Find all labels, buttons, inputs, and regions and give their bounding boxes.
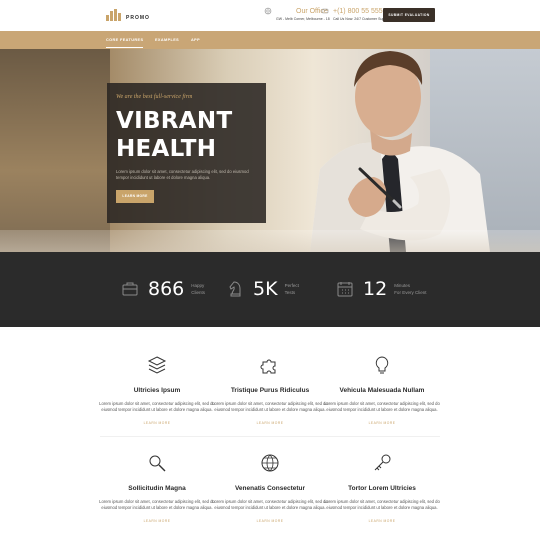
hero-learn-more-button[interactable]: LEARN MORE [116,190,154,203]
hero-background-window [0,49,110,252]
feature-learn-more-link[interactable]: LEARN MORE [97,421,217,425]
phone-icon [321,7,329,15]
logo-mark-icon [106,9,122,21]
feature-title: Sollicitudin Magna [128,485,186,492]
feature-text: Lorem ipsum dolor sit amet, consectetur … [99,401,215,413]
divider [100,436,440,437]
globe-icon [261,454,279,472]
stat-label: For Every Client [394,290,427,295]
phone-number[interactable]: +(1) 800 55 555 [333,7,390,16]
feature-title: Tristique Purus Ridiculus [230,387,310,394]
nav-app[interactable]: APP [191,31,200,49]
hero-title: VIBRANT HEALTH [116,107,257,163]
phone-support-text: Call Us Now: 24/7 Customer Support [333,17,391,21]
stats-bar: 866 Happy Clients 5K Perfect Tests 12 Mi… [0,252,540,327]
office-contact: Our Office GW - Melb Corner, Melbourne -… [264,7,330,22]
hero-desk [0,230,540,252]
stat-number: 5K [253,278,278,300]
stat-happy-clients: 866 Happy Clients [122,278,205,300]
feature-title: Tortor Lorem Ultricies [348,485,416,492]
feature-card: Tristique Purus Ridiculus Lorem ipsum do… [210,355,330,425]
nav-examples[interactable]: EXAMPLES [155,31,179,49]
feature-title: Vehicula Malesuada Nullam [339,387,425,394]
feature-title: Ultricies Ipsum [133,387,181,394]
feature-text: Lorem ipsum dolor sit amet, consectetur … [324,499,440,511]
stat-label: Clients [191,290,206,295]
feature-text: Lorem ipsum dolor sit amet, consectetur … [212,401,328,413]
logo-text: PROMO [126,15,150,21]
submit-evaluation-button[interactable]: SUBMIT EVALUATION [383,8,435,22]
stat-label: Tests [284,290,296,295]
calendar-icon [337,282,353,297]
briefcase-icon [122,282,138,296]
chess-knight-icon [229,281,241,297]
feature-card: Vehicula Malesuada Nullam Lorem ipsum do… [322,355,442,425]
layers-icon [147,356,167,374]
feature-text: Lorem ipsum dolor sit amet, consectetur … [324,401,440,413]
stat-perfect-tests: 5K Perfect Tests [227,278,299,300]
feature-card: Venenatis Consectetur Lorem ipsum dolor … [210,453,330,523]
lightbulb-icon [375,356,389,374]
magnifier-icon [149,455,166,472]
hero-person-image [310,51,490,252]
feature-text: Lorem ipsum dolor sit amet, consectetur … [99,499,215,511]
stat-label: Minutes [394,283,410,288]
logo[interactable]: PROMO [106,9,150,21]
stat-number: 866 [148,278,185,300]
hero-title-line2: HEALTH [116,136,217,162]
nav-core-features[interactable]: CORE FEATURES [106,31,144,49]
feature-title: Venenatis Consectetur [234,485,306,492]
stat-label: Perfect [284,283,299,288]
feature-learn-more-link[interactable]: LEARN MORE [210,519,330,523]
feature-card: Sollicitudin Magna Lorem ipsum dolor sit… [97,453,217,523]
feature-text: Lorem ipsum dolor sit amet, consectetur … [212,499,328,511]
globe-icon [264,7,272,15]
stat-label: Happy [191,283,205,288]
hero-description: Lorem ipsum dolor sit amet, consectetur … [116,169,249,180]
feature-learn-more-link[interactable]: LEARN MORE [322,421,442,425]
site-header: PROMO Our Office GW - Melb Corner, Melbo… [0,0,540,31]
hero-section: We are the best full-service firm VIBRAN… [0,49,540,252]
stat-minutes: 12 Minutes For Every Client [337,278,426,300]
stat-number: 12 [363,278,388,300]
feature-learn-more-link[interactable]: LEARN MORE [210,421,330,425]
hero-card: We are the best full-service firm VIBRAN… [107,83,266,223]
key-icon [374,454,391,471]
hero-title-line1: VIBRANT [116,108,233,134]
hero-tagline: We are the best full-service firm [116,94,193,100]
feature-learn-more-link[interactable]: LEARN MORE [322,519,442,523]
feature-card: Tortor Lorem Ultricies Lorem ipsum dolor… [322,453,442,523]
feature-learn-more-link[interactable]: LEARN MORE [97,519,217,523]
phone-contact: +(1) 800 55 555 Call Us Now: 24/7 Custom… [321,7,390,22]
feature-card: Ultricies Ipsum Lorem ipsum dolor sit am… [97,355,217,425]
main-nav: CORE FEATURES EXAMPLES APP [0,31,540,49]
puzzle-icon [260,359,276,374]
